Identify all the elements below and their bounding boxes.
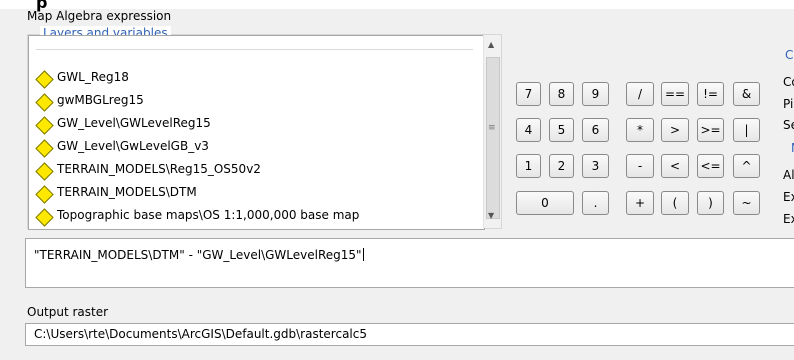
output-raster-label: Output raster xyxy=(27,305,109,319)
calc-button-decimal[interactable]: . xyxy=(582,191,609,215)
layer-item-label: TERRAIN_MODELS\Reg15_OS50v2 xyxy=(57,162,261,176)
calc-button-xor[interactable]: ^ xyxy=(733,154,760,178)
scroll-up-arrow-icon[interactable]: ▲ xyxy=(488,40,494,49)
layers-scrollbar[interactable]: ▲ ≡ ▼ xyxy=(483,35,501,228)
tools-item[interactable]: Pi xyxy=(783,97,793,111)
layer-item-label: GWL_Reg18 xyxy=(57,70,129,84)
calc-button-not[interactable]: ~ xyxy=(733,191,760,215)
layer-item-label: gwMBGLreg15 xyxy=(57,93,144,107)
expression-input[interactable]: "TERRAIN_MODELS\DTM" - "GW_Level\GWLevel… xyxy=(25,238,794,288)
calc-button-open-paren[interactable]: ( xyxy=(661,191,689,215)
tools-item[interactable]: Al xyxy=(783,168,794,182)
scroll-down-arrow-icon[interactable]: ▼ xyxy=(488,211,494,220)
layers-list[interactable]: GWL_Reg18 gwMBGLreg15 GW_Level\GWLevelRe… xyxy=(28,35,485,230)
calc-button-9[interactable]: 9 xyxy=(582,82,609,106)
layer-item-label: GW_Level\GwLevelGB_v3 xyxy=(57,139,209,153)
layer-item-label: GW_Level\GWLevelReg15 xyxy=(57,116,211,130)
calc-button-5[interactable]: 5 xyxy=(549,118,574,142)
expression-text: "TERRAIN_MODELS\DTM" - "GW_Level\GWLevel… xyxy=(34,248,364,262)
calc-button-close-paren[interactable]: ) xyxy=(697,191,724,215)
calc-button-greater-equal[interactable]: >= xyxy=(697,118,724,142)
calc-button-7[interactable]: 7 xyxy=(516,82,541,106)
scroll-grip-icon: ≡ xyxy=(488,123,496,133)
calc-button-0[interactable]: 0 xyxy=(516,191,574,215)
layer-item-label: Topographic base maps\OS 1:1,000,000 bas… xyxy=(57,208,360,222)
calc-button-or[interactable]: | xyxy=(733,118,760,142)
tools-item[interactable]: Se xyxy=(783,118,794,132)
scroll-thumb[interactable] xyxy=(486,57,500,219)
calc-button-2[interactable]: 2 xyxy=(549,154,574,178)
output-raster-value: C:\Users\rte\Documents\ArcGIS\Default.gd… xyxy=(34,327,367,341)
top-clipped-bar: p xyxy=(0,0,794,12)
calc-button-3[interactable]: 3 xyxy=(582,154,609,178)
tools-item[interactable]: Co xyxy=(783,75,794,89)
calc-button-6[interactable]: 6 xyxy=(582,118,609,142)
calc-button-minus[interactable]: - xyxy=(626,154,654,178)
calc-button-1[interactable]: 1 xyxy=(516,154,541,178)
output-raster-input[interactable]: C:\Users\rte\Documents\ArcGIS\Default.gd… xyxy=(25,323,794,346)
tools-panel: C Co Pi Se N Al Ex Ex xyxy=(775,34,794,227)
calc-button-equal[interactable]: == xyxy=(661,82,689,106)
tools-item[interactable]: Ex xyxy=(783,212,794,226)
calc-button-divide[interactable]: / xyxy=(626,82,654,106)
calc-button-not-equal[interactable]: != xyxy=(697,82,724,106)
calc-button-greater[interactable]: > xyxy=(661,118,689,142)
calc-button-less-equal[interactable]: <= xyxy=(697,154,724,178)
tools-item[interactable]: Ex xyxy=(783,190,794,204)
tools-panel-header: C xyxy=(785,48,794,62)
expression-value: "TERRAIN_MODELS\DTM" - "GW_Level\GWLevel… xyxy=(34,248,362,262)
calc-button-less[interactable]: < xyxy=(661,154,689,178)
calc-button-multiply[interactable]: * xyxy=(626,118,654,142)
map-algebra-label: Map Algebra expression xyxy=(27,9,172,23)
layer-item-label: TERRAIN_MODELS\DTM xyxy=(57,185,197,199)
calc-button-8[interactable]: 8 xyxy=(549,82,574,106)
calc-button-plus[interactable]: + xyxy=(626,191,654,215)
calc-button-and[interactable]: & xyxy=(733,82,760,106)
calc-button-4[interactable]: 4 xyxy=(516,118,541,142)
text-caret xyxy=(362,248,364,261)
